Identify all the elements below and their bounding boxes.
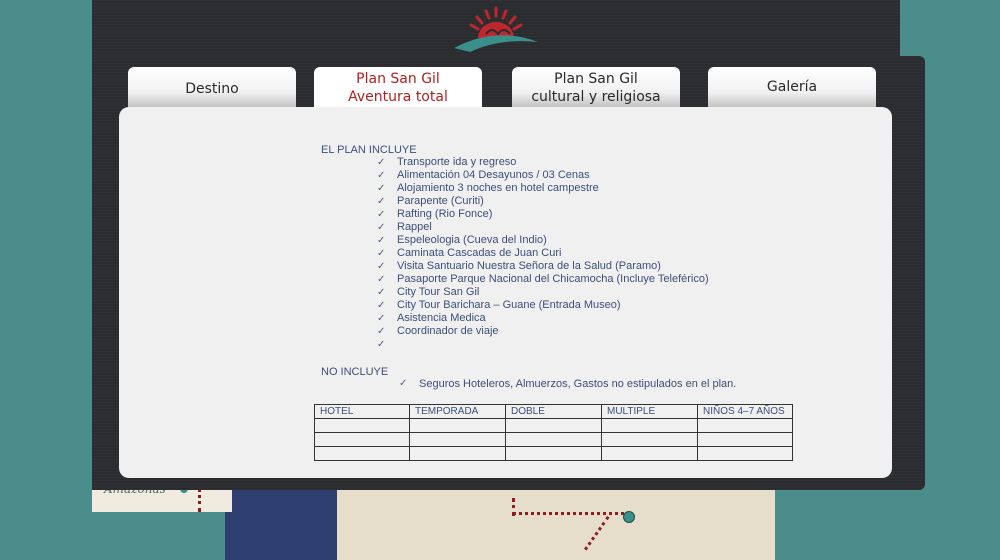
table-row (314, 446, 793, 461)
list-item: ✓ Rafting (Rio Fonce) (377, 208, 709, 221)
checkmark-icon: ✓ (377, 248, 386, 259)
table-row (314, 432, 793, 447)
table-cell (409, 446, 506, 461)
table-cell (601, 432, 698, 447)
table-cell (314, 446, 410, 461)
list-item-text: Alojamiento 3 noches en hotel campestre (397, 182, 599, 194)
checkmark-icon: ✓ (377, 222, 386, 233)
checkmark-icon: ✓ (377, 326, 386, 337)
tab-destino[interactable]: Destino (128, 67, 296, 109)
table-cell (697, 418, 793, 433)
list-item: ✓ (377, 338, 709, 351)
tab-sublabel: cultural y religiosa (531, 89, 661, 105)
excludes-heading: NO INCLUYE (321, 366, 389, 378)
main-panel-edge (900, 56, 925, 490)
table-cell (697, 432, 793, 447)
list-item-text: Coordinador de viaje (397, 325, 499, 337)
table-header-row: HOTEL TEMPORADA DOBLE MULTIPLE NIÑOS 4–7… (314, 404, 793, 419)
list-item: ✓ Asistencia Medica (377, 312, 709, 325)
column-header: MULTIPLE (601, 404, 698, 419)
checkmark-icon: ✓ (377, 313, 386, 324)
list-item: ✓ Rappel (377, 221, 709, 234)
list-item: ✓ Parapente (Curiti) (377, 195, 709, 208)
list-item: ✓ Visita Santuario Nuestra Señora de la S… (377, 260, 709, 273)
checkmark-icon: ✓ (377, 339, 386, 350)
column-header: DOBLE (505, 404, 602, 419)
table-cell (505, 446, 602, 461)
tab-label: Destino (185, 81, 239, 97)
plan-content-card: EL PLAN INCLUYE ✓ Transporte ida y regres… (119, 107, 892, 478)
tab-label: Galería (766, 79, 818, 95)
column-header: TEMPORADA (409, 404, 506, 419)
list-item-text: Pasaporte Parque Nacional del Chicamocha… (397, 273, 709, 285)
checkmark-icon: ✓ (377, 196, 386, 207)
includes-heading: EL PLAN INCLUYE (321, 144, 417, 156)
excludes-item: ✓ Seguros Hoteleros, Almuerzos, Gastos n… (399, 378, 736, 390)
includes-list: ✓ Transporte ida y regreso ✓ Alimentación … (377, 156, 709, 351)
list-item-text: City Tour Barichara – Guane (Entrada Mus… (397, 299, 621, 311)
checkmark-icon: ✓ (377, 183, 386, 194)
column-header: NIÑOS 4–7 AÑOS (697, 404, 793, 419)
table-cell (697, 446, 793, 461)
checkmark-icon: ✓ (377, 157, 386, 168)
list-item-text: Parapente (Curiti) (397, 195, 484, 207)
checkmark-icon: ✓ (399, 378, 408, 389)
list-item: ✓ Transporte ida y regreso (377, 156, 709, 169)
table-cell (314, 432, 410, 447)
checkmark-icon: ✓ (377, 274, 386, 285)
tab-sublabel: Aventura total (348, 89, 448, 105)
list-item: ✓ Espeleologia (Cueva del Indio) (377, 234, 709, 247)
table-cell (505, 418, 602, 433)
table-cell (601, 418, 698, 433)
checkmark-icon: ✓ (377, 300, 386, 311)
list-item: ✓ City Tour Barichara – Guane (Entrada Mu… (377, 299, 709, 312)
tab-label: Plan San Gil (356, 71, 440, 87)
list-item-text: Visita Santuario Nuestra Señora de la Sa… (397, 260, 661, 272)
map-land (337, 480, 775, 560)
list-item-text: Rafting (Rio Fonce) (397, 208, 493, 220)
map-route (512, 512, 632, 515)
checkmark-icon: ✓ (377, 235, 386, 246)
list-item-text: City Tour San Gil (397, 286, 480, 298)
tab-galeria[interactable]: Galería (708, 67, 876, 109)
list-item-text: Caminata Cascadas de Juan Curi (397, 247, 562, 259)
table-cell (409, 432, 506, 447)
checkmark-icon: ✓ (377, 287, 386, 298)
table-cell (505, 432, 602, 447)
map-destination-marker[interactable] (623, 511, 635, 523)
list-item-text: Alimentación 04 Desayunos / 03 Cenas (397, 169, 590, 181)
list-item-text: Transporte ida y regreso (397, 156, 517, 168)
excludes-text: Seguros Hoteleros, Almuerzos, Gastos no … (419, 378, 737, 390)
map-route (198, 488, 201, 512)
list-item-text: Asistencia Medica (397, 312, 486, 324)
list-item: ✓ Alojamiento 3 noches en hotel campestre (377, 182, 709, 195)
list-item: ✓ Coordinador de viaje (377, 325, 709, 338)
tab-plan-cultural-religiosa[interactable]: Plan San Gil cultural y religiosa (512, 67, 680, 109)
list-item-text: Espeleologia (Cueva del Indio) (397, 234, 547, 246)
tab-plan-aventura-total[interactable]: Plan San Gil Aventura total (314, 67, 482, 111)
checkmark-icon: ✓ (377, 261, 386, 272)
checkmark-icon: ✓ (377, 170, 386, 181)
list-item: ✓ Pasaporte Parque Nacional del Chicamoch… (377, 273, 709, 286)
table-cell (409, 418, 506, 433)
table-cell (601, 446, 698, 461)
map-background (225, 480, 775, 560)
list-item: ✓ Caminata Cascadas de Juan Curi (377, 247, 709, 260)
list-item: ✓ City Tour San Gil (377, 286, 709, 299)
table-row (314, 418, 793, 433)
rates-table: HOTEL TEMPORADA DOBLE MULTIPLE NIÑOS 4–7… (314, 404, 793, 461)
table-cell (314, 418, 410, 433)
list-item-text: Rappel (397, 221, 432, 233)
tab-label: Plan San Gil (554, 71, 638, 87)
column-header: HOTEL (314, 404, 410, 419)
checkmark-icon: ✓ (377, 209, 386, 220)
list-item: ✓ Alimentación 04 Desayunos / 03 Cenas (377, 169, 709, 182)
sunrise-logo-icon (454, 6, 538, 52)
